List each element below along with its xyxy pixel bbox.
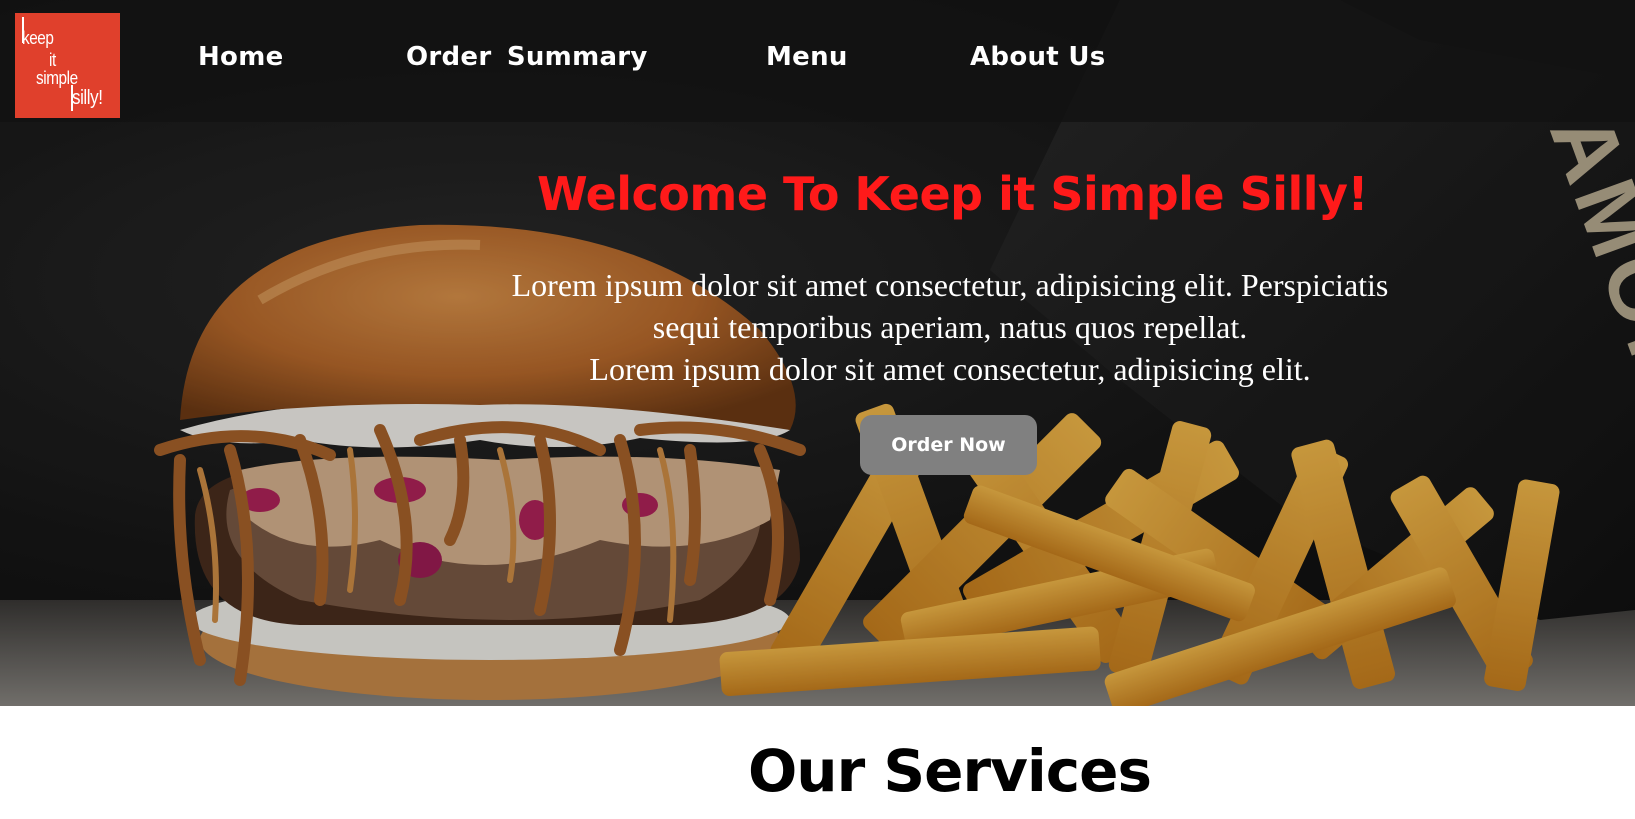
hero-title: Welcome To Keep it Simple Silly! <box>536 167 1369 221</box>
hero-section: AMOR keep it simple silly! Home Order Su… <box>0 0 1635 706</box>
hero-description-line-3: Lorem ipsum dolor sit amet consectetur, … <box>589 351 1311 387</box>
logo-text-it: it <box>49 50 56 70</box>
nav-link-menu[interactable]: Menu <box>766 40 848 74</box>
nav-link-home[interactable]: Home <box>198 40 284 74</box>
logo-text-silly: silly! <box>72 87 103 109</box>
nav-link-about-us[interactable]: About Us <box>970 40 1106 74</box>
order-now-button[interactable]: Order Now <box>860 415 1037 475</box>
hero-description-line-2: sequi temporibus aperiam, natus quos rep… <box>652 309 1248 345</box>
brand-logo[interactable]: keep it simple silly! <box>15 13 120 118</box>
hero-description: Lorem ipsum dolor sit amet consectetur, … <box>440 264 1460 390</box>
services-heading: Our Services <box>747 737 1152 805</box>
nav-link-order-summary[interactable]: Order Summary <box>406 40 648 74</box>
navbar: keep it simple silly! Home Order Summary… <box>0 0 1635 122</box>
logo-text-keep: keep <box>22 28 54 48</box>
hero-description-line-1: Lorem ipsum dolor sit amet consectetur, … <box>511 267 1389 303</box>
